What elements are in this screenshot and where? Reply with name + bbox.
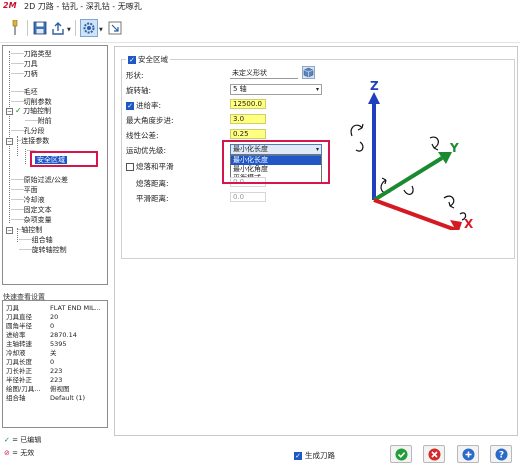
tree-item-hole-segment[interactable]: ┈┈┈孔分段 [11, 126, 45, 136]
max-angle-step-input[interactable]: 3.0 [230, 114, 266, 124]
app-logo: 2M [3, 1, 17, 10]
save-button[interactable] [31, 19, 49, 37]
quick-view-row: 绘图/刀具... 俯视图 [6, 385, 70, 393]
smooth-distance2-label: 平滑距离: [136, 194, 169, 203]
quick-view-row: 主轴转速 5395 [6, 340, 67, 348]
feed-rate-toggle[interactable]: ✓ 进给率: [126, 100, 161, 111]
check-icon: ✓ [15, 106, 22, 115]
tree-item-misc-values[interactable]: ┈┈┈杂项变量 [11, 215, 52, 225]
shape-field[interactable]: 未定义形状 [230, 69, 298, 79]
window-select-icon [108, 21, 122, 35]
settings-dropdown-icon[interactable]: ▼ [99, 27, 103, 33]
tree-item-holder[interactable]: ┈┈┈刀柄 [11, 69, 38, 79]
linear-tolerance-input[interactable]: 0.25 [230, 129, 266, 139]
tree-item-axis-control[interactable]: ┈轴控制 [17, 225, 42, 235]
title-bar: 2M 2D 刀路 - 钻孔 - 深孔钻 - 无啄孔 [0, 0, 520, 13]
generate-toolpath-checkbox[interactable]: ✓ [294, 451, 302, 460]
rotation-arrow-icon [350, 123, 467, 221]
close-circle-icon [428, 448, 440, 460]
quick-view-row: 组合轴 Default (1) [6, 394, 86, 402]
tree-item-axis-combination[interactable]: ┈┈┈组合轴 [19, 235, 53, 245]
tree-item-rotary-axis-control[interactable]: ┈┈┈旋转轴控制 [19, 245, 67, 255]
tree-item-stock[interactable]: ┈┈┈毛坯 [11, 87, 38, 97]
check-icon: ✓ [4, 436, 10, 444]
plus-circle-icon [462, 448, 474, 460]
legend-edited: ✓ = 已编辑 [4, 436, 42, 444]
motion-priority-label: 运动优先级: [126, 146, 167, 155]
tree-item-planes[interactable]: ┈┈┈平面 [11, 185, 38, 195]
chevron-down-icon: ▾ [315, 86, 319, 93]
linear-tolerance-label: 线性公差: [126, 131, 159, 140]
cube-icon [303, 67, 314, 78]
quick-view-row: 刀具直径 20 [6, 313, 59, 321]
safety-zone-checkbox[interactable]: ✓ [128, 55, 136, 64]
help-button[interactable]: ? [490, 445, 512, 463]
tree-item-filter-tolerance[interactable]: ┈┈┈原始过滤/公差 [11, 175, 68, 185]
tree-item-coolant[interactable]: ┈┈┈冷却液 [11, 195, 45, 205]
axis-y-label: Y [449, 141, 459, 155]
feed-rate-input[interactable]: 12500.0 [230, 99, 266, 109]
ok-button[interactable] [390, 445, 412, 463]
safety-zone-group: ✓ 安全区域 形状: 未定义形状 旋转轴: 5 轴 ▾ ✓ 进给率: 12500.… [121, 54, 515, 259]
tree-guide [25, 149, 26, 164]
quick-view-row: 半径补正 223 [6, 376, 63, 384]
check-circle-icon [395, 448, 407, 460]
generate-toolpath-toggle[interactable]: ✓ 生成刀路 [294, 450, 335, 461]
tree-collapse-icon[interactable]: − [6, 108, 13, 115]
tree-item-tool[interactable]: ┈┈┈刀具 [11, 59, 38, 69]
max-angle-step-label: 最大角度步进: [126, 116, 174, 125]
tree-item-linking[interactable]: ┈连接参数 [17, 136, 49, 146]
shape-label: 形状: [126, 71, 144, 80]
toolbar-separator [75, 20, 76, 36]
pin-icon [12, 20, 18, 35]
tree-item-attach[interactable]: ┈┈┈附前 [25, 116, 52, 126]
motion-priority-highlight-box [222, 140, 330, 184]
disabled-icon: ⊘ [4, 449, 10, 457]
quick-view-row: 刀具长度 0 [6, 358, 55, 366]
tree-guide [9, 51, 10, 223]
axis-diagram: Z Y X [350, 80, 474, 230]
quick-view-row: 刀具 FLAT END MIL... [6, 304, 101, 312]
cancel-button[interactable] [423, 445, 445, 463]
legend-disabled: ⊘ = 无效 [4, 449, 35, 457]
svg-text:?: ? [498, 450, 503, 460]
settings-button[interactable] [80, 19, 98, 37]
tree-selection-highlight-box [30, 151, 98, 167]
settings-icon [83, 22, 95, 34]
smoothing-checkbox[interactable] [126, 162, 134, 171]
quick-view-row: 刀长补正 223 [6, 367, 63, 375]
feed-rate-checkbox[interactable]: ✓ [126, 101, 134, 110]
quick-view-row: 圆角半径 0 [6, 322, 55, 330]
safety-zone-toggle[interactable]: ✓ 安全区域 [126, 54, 170, 65]
rotation-axis-label: 旋转轴: [126, 86, 152, 95]
export-button[interactable] [49, 19, 67, 37]
quick-view-row: 进给率 2870.14 [6, 331, 77, 339]
tree-item-tool-axis[interactable]: 刀轴控制 [23, 106, 51, 116]
rotation-axis-select[interactable]: 5 轴 ▾ [230, 84, 322, 95]
pin-button[interactable] [6, 19, 24, 37]
help-circle-icon: ? [495, 448, 507, 460]
toolbar: ▼ ▼ [0, 13, 520, 43]
tree-collapse-icon[interactable]: − [6, 138, 13, 145]
tree-item-toolpath-type[interactable]: ┈┈┈刀路类型 [11, 49, 52, 59]
tree-collapse-icon[interactable]: − [6, 227, 13, 234]
smooth-distance2-input[interactable]: 0.0 [230, 192, 266, 202]
axis-z-label: Z [370, 80, 379, 93]
axis-x-label: X [464, 217, 474, 230]
window-select-button[interactable] [106, 19, 124, 37]
quick-view-row: 冷却液关 [6, 349, 57, 357]
toolbar-separator [27, 20, 28, 36]
quick-view-panel: 刀具 FLAT END MIL... 刀具直径 20 圆角半径 0 进给率 2870.1… [2, 300, 108, 428]
export-dropdown-icon[interactable]: ▼ [67, 27, 71, 33]
save-icon [33, 21, 47, 35]
smooth-distance-label: 熄落距离: [136, 179, 169, 188]
smoothing-toggle[interactable]: 熄落和平滑 [126, 161, 174, 172]
window-title: 2D 刀路 - 钻孔 - 深孔钻 - 无啄孔 [24, 2, 142, 11]
safety-zone-panel: ✓ 安全区域 形状: 未定义形状 旋转轴: 5 轴 ▾ ✓ 进给率: 12500.… [114, 46, 518, 436]
export-icon [52, 22, 64, 35]
tree-item-canned-text[interactable]: ┈┈┈固定文本 [11, 205, 52, 215]
apply-button[interactable] [457, 445, 479, 463]
shape-select-button[interactable] [302, 66, 315, 79]
